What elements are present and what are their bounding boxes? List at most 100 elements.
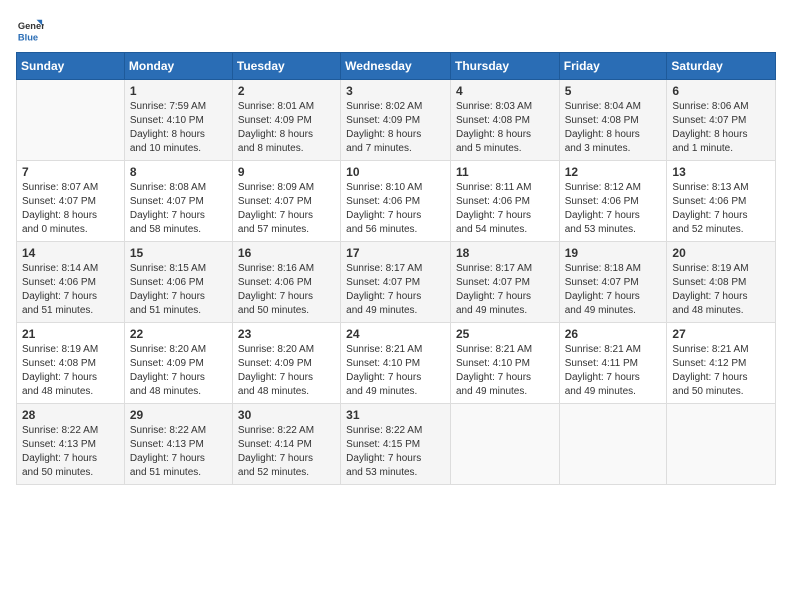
calendar-cell: 20 Sunrise: 8:19 AMSunset: 4:08 PMDayligh… bbox=[667, 242, 776, 323]
day-info: Sunrise: 7:59 AMSunset: 4:10 PMDaylight:… bbox=[130, 100, 227, 156]
day-number: 30 bbox=[238, 408, 335, 422]
calendar-cell: 30 Sunrise: 8:22 AMSunset: 4:14 PMDayligh… bbox=[232, 404, 340, 485]
calendar-cell: 18 Sunrise: 8:17 AMSunset: 4:07 PMDayligh… bbox=[450, 242, 559, 323]
day-info: Sunrise: 8:21 AMSunset: 4:12 PMDaylight:… bbox=[672, 343, 770, 399]
calendar-cell: 16 Sunrise: 8:16 AMSunset: 4:06 PMDayligh… bbox=[232, 242, 340, 323]
day-number: 12 bbox=[565, 165, 662, 179]
calendar-cell bbox=[17, 80, 125, 161]
day-number: 11 bbox=[456, 165, 554, 179]
day-info: Sunrise: 8:20 AMSunset: 4:09 PMDaylight:… bbox=[130, 343, 227, 399]
day-number: 23 bbox=[238, 327, 335, 341]
day-number: 7 bbox=[22, 165, 119, 179]
calendar-cell: 19 Sunrise: 8:18 AMSunset: 4:07 PMDayligh… bbox=[559, 242, 667, 323]
day-info: Sunrise: 8:12 AMSunset: 4:06 PMDaylight:… bbox=[565, 181, 662, 237]
calendar-cell: 12 Sunrise: 8:12 AMSunset: 4:06 PMDayligh… bbox=[559, 161, 667, 242]
day-number: 5 bbox=[565, 84, 662, 98]
weekday-header-thursday: Thursday bbox=[450, 53, 559, 80]
day-info: Sunrise: 8:15 AMSunset: 4:06 PMDaylight:… bbox=[130, 262, 227, 318]
day-info: Sunrise: 8:21 AMSunset: 4:10 PMDaylight:… bbox=[456, 343, 554, 399]
day-info: Sunrise: 8:07 AMSunset: 4:07 PMDaylight:… bbox=[22, 181, 119, 237]
calendar-cell: 3 Sunrise: 8:02 AMSunset: 4:09 PMDaylight… bbox=[341, 80, 451, 161]
day-number: 31 bbox=[346, 408, 445, 422]
calendar-cell: 5 Sunrise: 8:04 AMSunset: 4:08 PMDaylight… bbox=[559, 80, 667, 161]
calendar-cell: 27 Sunrise: 8:21 AMSunset: 4:12 PMDayligh… bbox=[667, 323, 776, 404]
day-number: 3 bbox=[346, 84, 445, 98]
day-number: 13 bbox=[672, 165, 770, 179]
calendar-cell: 2Sunrise: 8:01 AMSunset: 4:09 PMDaylight… bbox=[232, 80, 340, 161]
calendar-cell: 9 Sunrise: 8:09 AMSunset: 4:07 PMDaylight… bbox=[232, 161, 340, 242]
calendar-cell: 25Sunrise: 8:21 AMSunset: 4:10 PMDayligh… bbox=[450, 323, 559, 404]
day-info: Sunrise: 8:17 AMSunset: 4:07 PMDaylight:… bbox=[456, 262, 554, 318]
calendar-cell: 24 Sunrise: 8:21 AMSunset: 4:10 PMDayligh… bbox=[341, 323, 451, 404]
day-info: Sunrise: 8:20 AMSunset: 4:09 PMDaylight:… bbox=[238, 343, 335, 399]
day-info: Sunrise: 8:16 AMSunset: 4:06 PMDaylight:… bbox=[238, 262, 335, 318]
day-number: 14 bbox=[22, 246, 119, 260]
weekday-header-sunday: Sunday bbox=[17, 53, 125, 80]
weekday-header-wednesday: Wednesday bbox=[341, 53, 451, 80]
day-number: 21 bbox=[22, 327, 119, 341]
day-number: 17 bbox=[346, 246, 445, 260]
day-info: Sunrise: 8:04 AMSunset: 4:08 PMDaylight:… bbox=[565, 100, 662, 156]
day-number: 22 bbox=[130, 327, 227, 341]
day-number: 1 bbox=[130, 84, 227, 98]
calendar-table: SundayMondayTuesdayWednesdayThursdayFrid… bbox=[16, 52, 776, 485]
calendar-cell: 10 Sunrise: 8:10 AMSunset: 4:06 PMDayligh… bbox=[341, 161, 451, 242]
day-info: Sunrise: 8:19 AMSunset: 4:08 PMDaylight:… bbox=[672, 262, 770, 318]
calendar-cell: 21 Sunrise: 8:19 AMSunset: 4:08 PMDayligh… bbox=[17, 323, 125, 404]
day-number: 27 bbox=[672, 327, 770, 341]
calendar-cell: 6Sunrise: 8:06 AMSunset: 4:07 PMDaylight… bbox=[667, 80, 776, 161]
calendar-cell: 28Sunrise: 8:22 AMSunset: 4:13 PMDayligh… bbox=[17, 404, 125, 485]
calendar-cell: 23 Sunrise: 8:20 AMSunset: 4:09 PMDayligh… bbox=[232, 323, 340, 404]
day-number: 2 bbox=[238, 84, 335, 98]
calendar-cell: 8 Sunrise: 8:08 AMSunset: 4:07 PMDaylight… bbox=[124, 161, 232, 242]
logo-icon: General Blue bbox=[16, 16, 44, 44]
day-number: 16 bbox=[238, 246, 335, 260]
calendar-cell: 14 Sunrise: 8:14 AMSunset: 4:06 PMDayligh… bbox=[17, 242, 125, 323]
day-info: Sunrise: 8:19 AMSunset: 4:08 PMDaylight:… bbox=[22, 343, 119, 399]
page-header: General Blue bbox=[16, 16, 776, 44]
day-number: 24 bbox=[346, 327, 445, 341]
calendar-cell: 17 Sunrise: 8:17 AMSunset: 4:07 PMDayligh… bbox=[341, 242, 451, 323]
weekday-header-friday: Friday bbox=[559, 53, 667, 80]
calendar-cell: 31Sunrise: 8:22 AMSunset: 4:15 PMDayligh… bbox=[341, 404, 451, 485]
logo: General Blue bbox=[16, 16, 48, 44]
day-number: 10 bbox=[346, 165, 445, 179]
weekday-header-monday: Monday bbox=[124, 53, 232, 80]
day-number: 26 bbox=[565, 327, 662, 341]
day-info: Sunrise: 8:18 AMSunset: 4:07 PMDaylight:… bbox=[565, 262, 662, 318]
day-number: 28 bbox=[22, 408, 119, 422]
day-number: 18 bbox=[456, 246, 554, 260]
day-info: Sunrise: 8:10 AMSunset: 4:06 PMDaylight:… bbox=[346, 181, 445, 237]
day-info: Sunrise: 8:21 AMSunset: 4:10 PMDaylight:… bbox=[346, 343, 445, 399]
weekday-header-saturday: Saturday bbox=[667, 53, 776, 80]
day-number: 8 bbox=[130, 165, 227, 179]
calendar-cell: 1 Sunrise: 7:59 AMSunset: 4:10 PMDaylight… bbox=[124, 80, 232, 161]
day-info: Sunrise: 8:09 AMSunset: 4:07 PMDaylight:… bbox=[238, 181, 335, 237]
calendar-cell: 11 Sunrise: 8:11 AMSunset: 4:06 PMDayligh… bbox=[450, 161, 559, 242]
day-info: Sunrise: 8:03 AMSunset: 4:08 PMDaylight:… bbox=[456, 100, 554, 156]
weekday-header-tuesday: Tuesday bbox=[232, 53, 340, 80]
calendar-cell: 15 Sunrise: 8:15 AMSunset: 4:06 PMDayligh… bbox=[124, 242, 232, 323]
day-info: Sunrise: 8:22 AMSunset: 4:13 PMDaylight:… bbox=[130, 424, 227, 480]
day-info: Sunrise: 8:22 AMSunset: 4:14 PMDaylight:… bbox=[238, 424, 335, 480]
calendar-cell: 22 Sunrise: 8:20 AMSunset: 4:09 PMDayligh… bbox=[124, 323, 232, 404]
day-info: Sunrise: 8:21 AMSunset: 4:11 PMDaylight:… bbox=[565, 343, 662, 399]
day-number: 9 bbox=[238, 165, 335, 179]
day-number: 6 bbox=[672, 84, 770, 98]
calendar-cell bbox=[559, 404, 667, 485]
calendar-cell: 4 Sunrise: 8:03 AMSunset: 4:08 PMDaylight… bbox=[450, 80, 559, 161]
day-number: 19 bbox=[565, 246, 662, 260]
calendar-cell: 13 Sunrise: 8:13 AMSunset: 4:06 PMDayligh… bbox=[667, 161, 776, 242]
day-info: Sunrise: 8:02 AMSunset: 4:09 PMDaylight:… bbox=[346, 100, 445, 156]
day-info: Sunrise: 8:17 AMSunset: 4:07 PMDaylight:… bbox=[346, 262, 445, 318]
day-number: 29 bbox=[130, 408, 227, 422]
calendar-cell bbox=[667, 404, 776, 485]
day-info: Sunrise: 8:11 AMSunset: 4:06 PMDaylight:… bbox=[456, 181, 554, 237]
day-number: 15 bbox=[130, 246, 227, 260]
day-info: Sunrise: 8:08 AMSunset: 4:07 PMDaylight:… bbox=[130, 181, 227, 237]
day-number: 4 bbox=[456, 84, 554, 98]
day-info: Sunrise: 8:13 AMSunset: 4:06 PMDaylight:… bbox=[672, 181, 770, 237]
day-info: Sunrise: 8:14 AMSunset: 4:06 PMDaylight:… bbox=[22, 262, 119, 318]
calendar-cell: 29 Sunrise: 8:22 AMSunset: 4:13 PMDayligh… bbox=[124, 404, 232, 485]
day-number: 20 bbox=[672, 246, 770, 260]
